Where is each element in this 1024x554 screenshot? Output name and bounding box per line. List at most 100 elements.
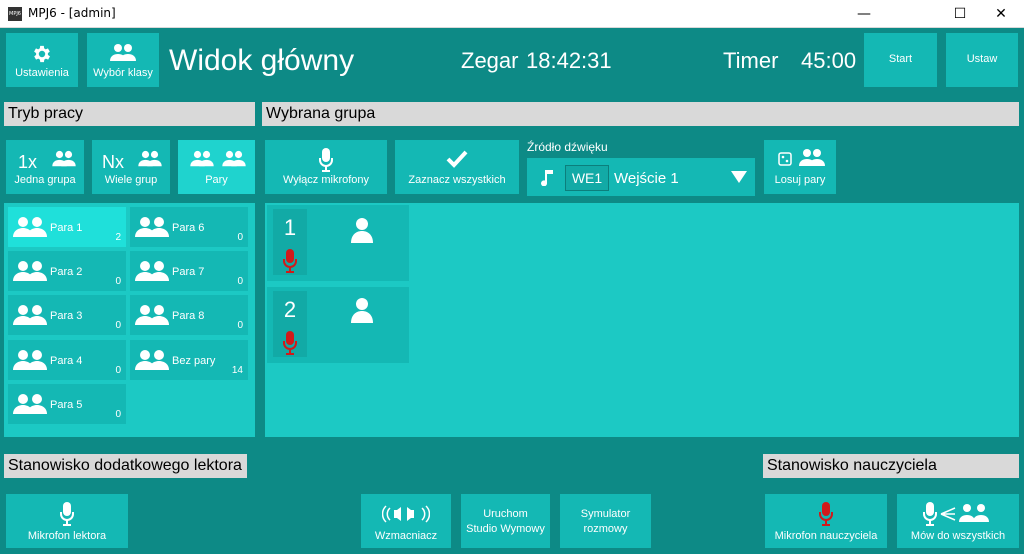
pair-name: Para 2 [50,266,83,278]
seat-number-box: 1 [273,209,307,275]
teacher-mic-label: Mikrofon nauczyciela [774,530,878,542]
checkmark-icon [395,150,519,168]
seat-number-box: 2 [273,291,307,357]
pair-name: Para 4 [50,355,83,367]
studio-button[interactable]: Uruchom Studio Wymowy [461,494,550,548]
group-section-title: Wybrana grupa [262,102,1019,126]
select-all-button[interactable]: Zaznacz wszystkich [395,140,519,194]
pair-icon [13,217,47,237]
pair-item[interactable]: Para 2 0 [8,251,126,291]
timer-label: Timer [723,48,779,73]
student-seat[interactable]: 2 [267,287,409,363]
pair-icon [13,394,47,414]
timer-start-button[interactable]: Start [864,33,937,87]
pair-item[interactable]: Para 7 0 [130,251,248,291]
group-icon [138,150,162,167]
window-title: MPJ6 - [admin] [28,6,116,20]
mode-section-title: Tryb pracy [4,102,255,126]
shuffle-pairs-button[interactable]: Losuj pary [764,140,836,194]
set-label: Ustaw [966,53,998,65]
pair-item[interactable]: Bez pary 14 [130,340,248,380]
amplifier-label: Wzmacniacz [374,530,438,542]
app-icon: MPJ6 [8,7,22,21]
mode-prefix: 1x [18,152,38,172]
select-all-label: Zaznacz wszystkich [408,174,506,186]
sound-source-code: WE1 [565,165,609,191]
pair-item[interactable]: Para 4 0 [8,340,126,380]
music-note-icon [541,170,553,186]
dice-icon [778,152,792,166]
student-seat[interactable]: 1 [267,205,409,281]
broadcast-icon [897,502,1019,526]
pair-icon [135,261,169,281]
chevron-down-icon [731,171,747,183]
seat-number: 2 [283,297,297,322]
class-select-label: Wybór klasy [93,67,153,79]
selected-group-panel: 1 2 [265,203,1019,437]
pair-name: Para 6 [172,222,205,234]
timer-set-button[interactable]: Ustaw [946,33,1018,87]
pair-count: 2 [115,232,121,243]
mode-pairs-button[interactable]: Pary [178,140,255,194]
pair-count: 0 [115,276,121,287]
studio-label-line2: Studio Wymowy [466,523,545,535]
mute-mics-button[interactable]: Wyłącz mikrofony [265,140,387,194]
mode-label: Wiele grup [104,174,158,186]
amplifier-button[interactable]: Wzmacniacz [361,494,451,548]
pair-count: 0 [237,276,243,287]
window-titlebar: MPJ6 MPJ6 - [admin] — ☐ ✕ [0,0,1024,28]
sound-source-select[interactable]: WE1 Wejście 1 [527,158,755,196]
mode-label: Jedna grupa [14,174,76,186]
mode-single-group-button[interactable]: 1x Jedna grupa [6,140,84,194]
pair-item[interactable]: Para 1 2 [8,207,126,247]
pair-item[interactable]: Para 6 0 [130,207,248,247]
speak-to-all-button[interactable]: Mów do wszystkich [897,494,1019,548]
pair-item[interactable]: Para 5 0 [8,384,126,424]
close-button[interactable]: ✕ [978,0,1024,28]
sound-source-label: Źródło dźwięku [527,140,608,154]
teacher-section-title: Stanowisko nauczyciela [763,454,1019,478]
simulator-label-line2: rozmowy [583,523,628,535]
mute-mics-label: Wyłącz mikrofony [282,174,370,186]
group-icon [52,150,76,167]
pair-count: 0 [237,232,243,243]
page-title: Widok główny [169,44,355,77]
microphone-icon[interactable] [283,249,297,273]
lector-mic-label: Mikrofon lektora [27,530,107,542]
teacher-mic-button[interactable]: Mikrofon nauczyciela [765,494,887,548]
pair-icon [13,261,47,281]
class-select-button[interactable]: Wybór klasy [87,33,159,87]
pair-icon [222,150,246,167]
pair-count: 14 [231,365,243,376]
microphone-icon[interactable] [283,331,297,355]
pairs-panel: Para 1 2 Para 2 0 Para 3 0 Para 4 0 Para… [4,203,255,437]
seat-number: 1 [283,215,297,240]
student-icon [351,298,373,323]
simulator-button[interactable]: Symulator rozmowy [560,494,651,548]
pair-icon [13,305,47,325]
student-icon [351,218,373,243]
pair-name: Bez pary [172,355,216,367]
minimize-button[interactable]: — [841,0,887,28]
pair-item[interactable]: Para 8 0 [130,295,248,335]
microphone-icon [765,502,887,526]
pair-item[interactable]: Para 3 0 [8,295,126,335]
settings-button[interactable]: Ustawienia [6,33,78,87]
lector-section-title: Stanowisko dodatkowego lektora [4,454,247,478]
pair-icon [135,350,169,370]
microphone-icon [265,148,387,172]
studio-label-line1: Uruchom [483,508,528,520]
pair-count: 0 [115,409,121,420]
pair-icon [13,350,47,370]
clock-value: 18:42:31 [526,48,612,73]
maximize-button[interactable]: ☐ [937,0,983,28]
pair-name: Para 7 [172,266,205,278]
timer-value: 45:00 [801,48,857,73]
pair-name: Para 5 [50,399,83,411]
mode-multi-group-button[interactable]: Nx Wiele grup [92,140,170,194]
lector-mic-button[interactable]: Mikrofon lektora [6,494,128,548]
speak-to-all-label: Mów do wszystkich [910,530,1006,542]
shuffle-pairs-label: Losuj pary [774,174,826,186]
pair-count: 0 [115,320,121,331]
pair-icon [799,149,825,166]
